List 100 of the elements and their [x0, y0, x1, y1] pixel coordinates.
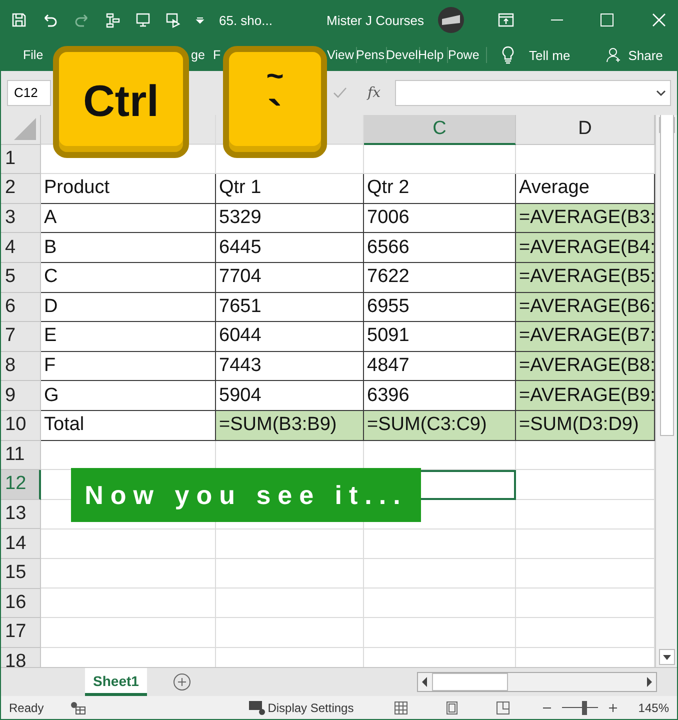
table-cell[interactable]: =SUM(B3:B9) [216, 410, 364, 441]
table-cell[interactable]: 6566 [364, 233, 516, 263]
row-header[interactable]: 17 [1, 618, 41, 648]
table-cell[interactable]: Product [41, 174, 216, 204]
row-header[interactable]: 18 [1, 648, 41, 667]
ribbon-tab[interactable]: Powe [448, 48, 482, 62]
ribbon-display-icon[interactable] [498, 13, 514, 27]
row-header[interactable]: 10 [1, 410, 41, 441]
zoom-thumb[interactable] [582, 700, 587, 714]
table-cell[interactable]: =SUM(D3:D9) [516, 410, 655, 441]
close-icon[interactable] [652, 13, 666, 27]
row-header[interactable]: 5 [1, 262, 41, 293]
ribbon-tab[interactable]: ge [191, 48, 211, 62]
table-cell[interactable]: 4847 [364, 352, 516, 382]
table-cell[interactable]: C [41, 262, 216, 293]
ribbon-tab[interactable]: Devel [386, 48, 418, 62]
add-sheet-icon[interactable] [173, 673, 191, 691]
check-icon[interactable] [333, 87, 347, 99]
row-header[interactable]: 11 [1, 440, 41, 470]
table-cell[interactable]: E [41, 322, 216, 352]
table-cell[interactable]: Qtr 1 [216, 174, 364, 204]
row-header[interactable]: 9 [1, 381, 41, 411]
table-cell[interactable]: =AVERAGE(B3: [516, 204, 655, 234]
horizontal-scrollbar[interactable] [417, 672, 657, 692]
table-cell[interactable]: 7651 [216, 292, 364, 322]
row-header[interactable]: 1 [1, 144, 41, 174]
display-settings-button[interactable]: Display Settings [268, 700, 354, 714]
table-cell[interactable]: 6955 [364, 292, 516, 322]
worksheet[interactable] [1, 115, 677, 667]
lightbulb-icon[interactable] [501, 46, 515, 64]
name-box[interactable]: C12 [7, 80, 51, 106]
table-cell[interactable]: Qtr 2 [364, 174, 516, 204]
table-cell[interactable]: Total [41, 410, 216, 441]
page-break-icon[interactable] [496, 700, 510, 714]
row-header[interactable]: 3 [1, 204, 41, 234]
table-cell[interactable]: Average [516, 174, 655, 204]
ribbon-tab[interactable]: Help [418, 48, 446, 62]
presenter-icon[interactable] [135, 12, 151, 28]
column-header[interactable]: D [516, 115, 655, 145]
macro-icon[interactable] [70, 700, 86, 714]
row-header[interactable]: 7 [1, 322, 41, 352]
table-cell[interactable]: A [41, 204, 216, 234]
account-name[interactable]: Mister J Courses [326, 12, 424, 28]
table-cell[interactable]: =AVERAGE(B4: [516, 233, 655, 263]
table-cell[interactable]: =AVERAGE(B7: [516, 322, 655, 352]
maximize-icon[interactable] [600, 13, 614, 27]
sheet-tab[interactable]: Sheet1 [85, 668, 147, 696]
insert-function-button[interactable]: fx [359, 85, 389, 101]
monitor-gear-icon[interactable] [248, 700, 266, 716]
scroll-down-icon[interactable] [662, 654, 670, 660]
table-cell[interactable]: 7704 [216, 262, 364, 293]
row-header[interactable]: 12 [1, 470, 41, 500]
table-cell[interactable]: D [41, 292, 216, 322]
slideshow-icon[interactable] [165, 12, 181, 28]
row-header[interactable]: 15 [1, 558, 41, 588]
table-cell[interactable]: F [41, 352, 216, 382]
table-cell[interactable]: 6044 [216, 322, 364, 352]
row-header[interactable]: 4 [1, 233, 41, 263]
table-cell[interactable]: 5329 [216, 204, 364, 234]
customize-icon[interactable] [195, 15, 205, 25]
share-icon[interactable] [606, 47, 622, 63]
table-cell[interactable]: 5904 [216, 381, 364, 411]
table-cell[interactable]: B [41, 233, 216, 263]
table-cell[interactable]: =AVERAGE(B9: [516, 381, 655, 411]
page-layout-icon[interactable] [446, 700, 458, 714]
table-cell[interactable]: 6445 [216, 233, 364, 263]
ribbon-tab[interactable]: Pens [356, 48, 385, 62]
ribbon-tab[interactable]: View [327, 48, 355, 62]
normal-view-icon[interactable] [394, 700, 408, 714]
row-header[interactable]: 6 [1, 292, 41, 322]
row-header[interactable]: 13 [1, 500, 41, 530]
chevron-down-icon[interactable] [656, 90, 666, 96]
table-cell[interactable]: 5091 [364, 322, 516, 352]
row-header[interactable]: 2 [1, 174, 41, 204]
table-cell[interactable]: 6396 [364, 381, 516, 411]
tell-me-field[interactable]: Tell me [529, 48, 570, 62]
vertical-scrollbar[interactable] [655, 115, 677, 667]
zoom-level[interactable]: 145% [638, 700, 669, 714]
caption-banner: Now you see it... [71, 468, 421, 522]
row-header[interactable]: 14 [1, 529, 41, 559]
table-cell[interactable]: =AVERAGE(B5: [516, 262, 655, 293]
column-header[interactable]: C [364, 115, 516, 145]
table-cell[interactable]: G [41, 381, 216, 411]
table-cell[interactable]: =AVERAGE(B6: [516, 292, 655, 322]
table-cell[interactable]: =SUM(C3:C9) [364, 410, 516, 441]
table-cell[interactable]: 7006 [364, 204, 516, 234]
table-cell[interactable]: 7622 [364, 262, 516, 293]
flowchart-icon[interactable] [105, 12, 121, 28]
share-button[interactable]: Share [628, 48, 663, 62]
zoom-in-icon[interactable] [608, 702, 618, 712]
status-text: Ready [9, 700, 44, 714]
keyboard-key: Ctrl [53, 46, 189, 158]
row-header[interactable]: 8 [1, 352, 41, 382]
save-icon[interactable] [11, 12, 27, 28]
table-cell[interactable]: 7443 [216, 352, 364, 382]
table-cell[interactable]: =AVERAGE(B8: [516, 352, 655, 382]
ribbon-tab[interactable]: F [213, 48, 221, 62]
avatar-icon[interactable] [438, 7, 464, 33]
ribbon-tab[interactable]: File [23, 48, 49, 62]
row-header[interactable]: 16 [1, 588, 41, 618]
